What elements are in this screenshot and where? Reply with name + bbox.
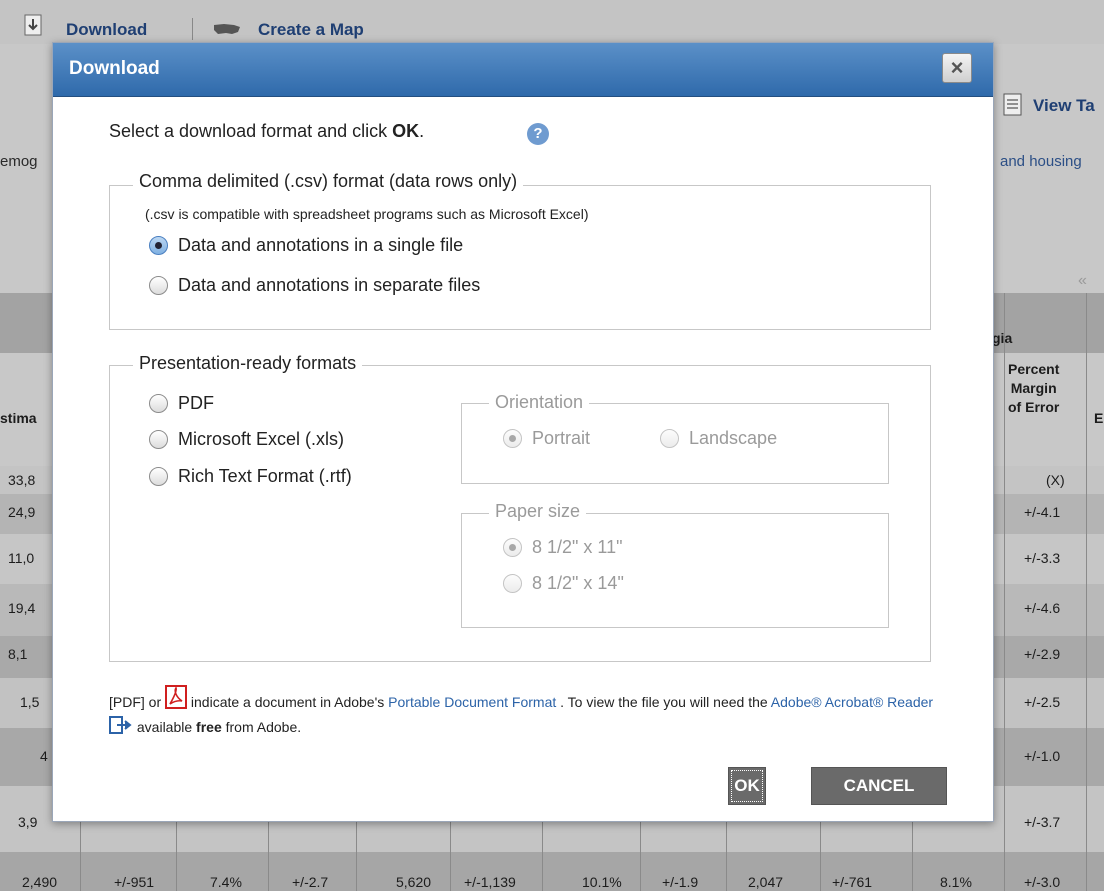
csv-single-file-radio[interactable] — [149, 236, 168, 255]
dialog-titlebar: Download × — [53, 43, 993, 97]
background-toolbar — [0, 0, 1104, 44]
portrait-radio[interactable] — [503, 429, 522, 448]
csv-format-legend: Comma delimited (.csv) format (data rows… — [133, 171, 524, 192]
download-dialog: Download × Select a download format and … — [52, 42, 994, 822]
portrait-option[interactable]: Portrait — [503, 428, 590, 449]
pdf-footnote: [PDF] or indicate a document in Adobe's … — [109, 683, 949, 739]
toolbar-divider — [192, 18, 193, 40]
pdf-radio[interactable] — [149, 394, 168, 413]
create-map-link[interactable]: Create a Map — [258, 20, 364, 40]
csv-separate-files-radio[interactable] — [149, 276, 168, 295]
landscape-option[interactable]: Landscape — [660, 428, 777, 449]
background-text-right: and housing — [1000, 153, 1082, 170]
us-map-icon — [212, 22, 242, 41]
cancel-button[interactable]: CANCEL — [811, 767, 947, 805]
paper-size-legend: Paper size — [489, 501, 587, 522]
background-text-left: emog — [0, 153, 38, 170]
excel-radio[interactable] — [149, 430, 168, 449]
orientation-legend: Orientation — [489, 392, 590, 413]
landscape-radio[interactable] — [660, 429, 679, 448]
legal-size-radio[interactable] — [503, 574, 522, 593]
view-table-link[interactable]: View Ta — [1033, 96, 1095, 116]
presentation-formats-legend: Presentation-ready formats — [133, 353, 363, 374]
intro-text: Select a download format and click OK. — [109, 121, 425, 141]
letter-size-radio[interactable] — [503, 538, 522, 557]
download-link[interactable]: Download — [66, 20, 147, 40]
legal-size-option[interactable]: 8 1/2" x 14" — [503, 573, 624, 594]
rtf-radio[interactable] — [149, 467, 168, 486]
close-icon: × — [950, 55, 964, 80]
csv-separate-files-option[interactable]: Data and annotations in separate files — [149, 275, 480, 296]
acrobat-reader-link[interactable]: Adobe® Acrobat® Reader — [771, 694, 933, 710]
external-link-icon — [109, 716, 133, 741]
pager-prev[interactable]: « — [1078, 272, 1087, 290]
csv-single-file-option[interactable]: Data and annotations in a single file — [149, 235, 463, 256]
portable-document-format-link[interactable]: Portable Document Format — [388, 694, 556, 710]
rtf-option[interactable]: Rich Text Format (.rtf) — [149, 466, 352, 487]
table-icon — [1003, 93, 1023, 122]
help-icon[interactable]: ? — [527, 123, 549, 145]
dialog-title: Download — [69, 58, 160, 79]
paper-size-group — [461, 513, 889, 628]
download-icon — [24, 14, 42, 41]
pdf-icon — [165, 685, 188, 716]
excel-option[interactable]: Microsoft Excel (.xls) — [149, 429, 344, 450]
ok-button[interactable]: OK — [728, 767, 766, 805]
pdf-option[interactable]: PDF — [149, 393, 214, 414]
close-button[interactable]: × — [942, 53, 972, 83]
letter-size-option[interactable]: 8 1/2" x 11" — [503, 537, 623, 558]
csv-format-note: (.csv is compatible with spreadsheet pro… — [145, 206, 589, 222]
